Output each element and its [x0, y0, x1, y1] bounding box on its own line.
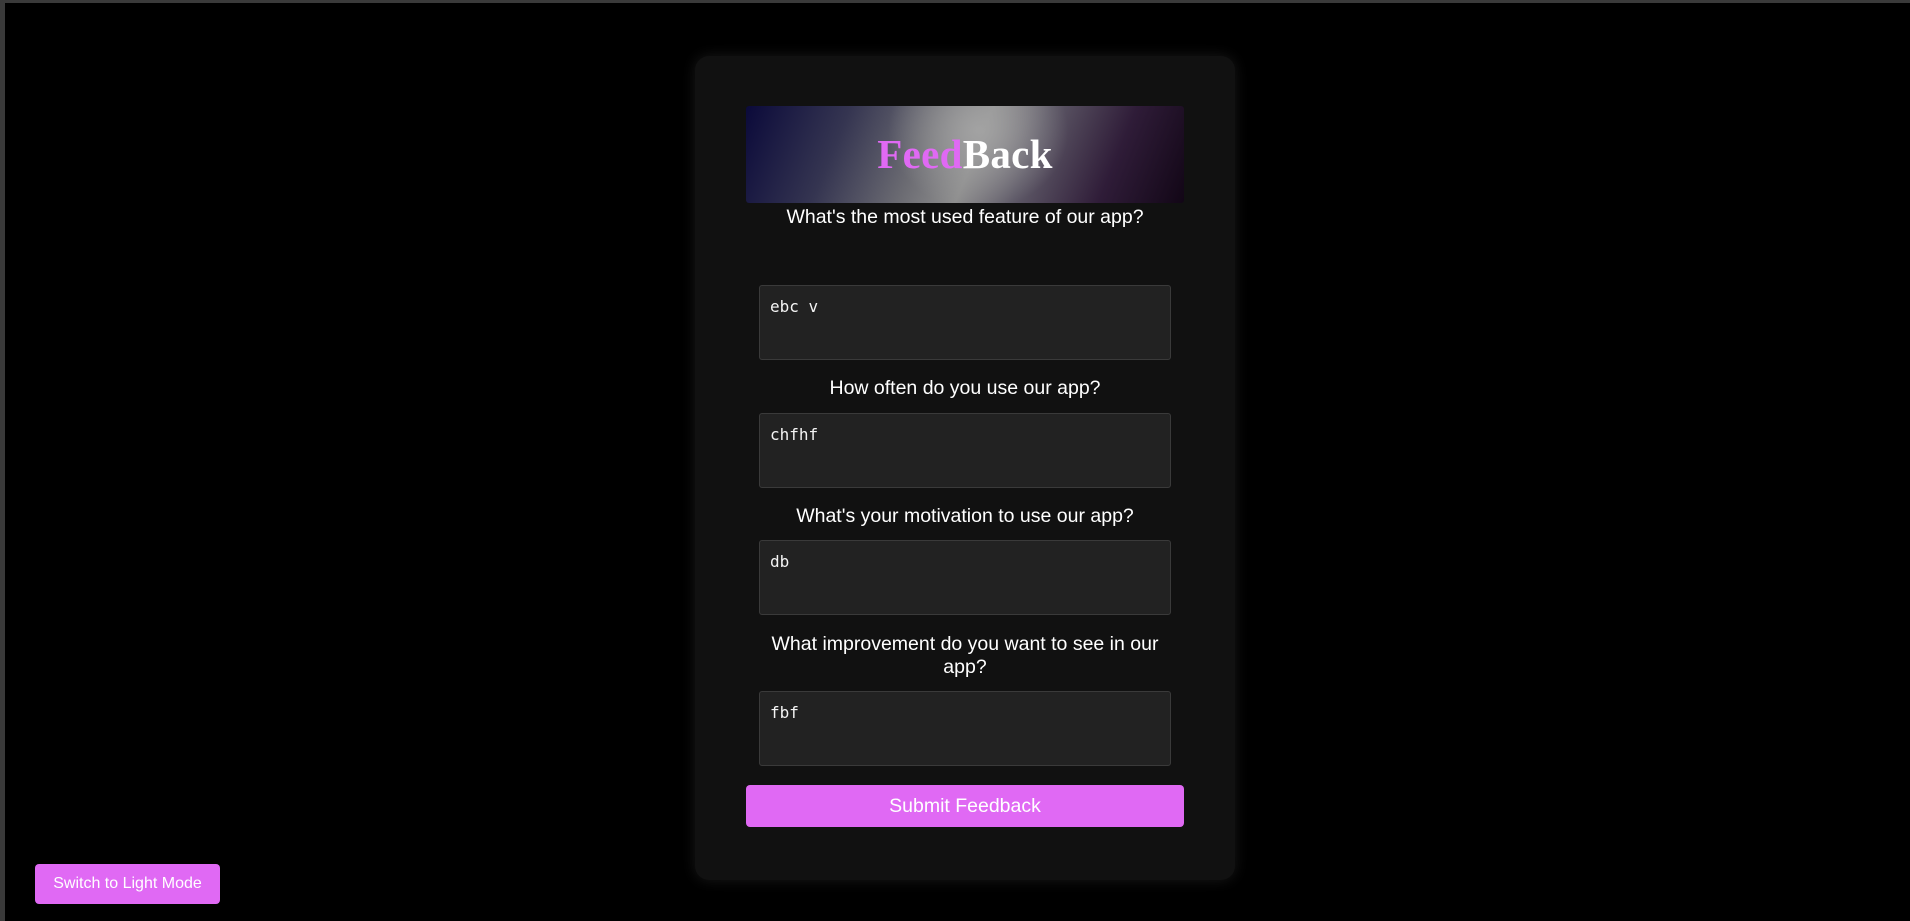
question-4-answer-field[interactable]: fbf: [759, 691, 1171, 766]
feedback-card: FeedBack What's the most used feature of…: [695, 56, 1235, 880]
question-2-answer-field[interactable]: chfhf: [759, 413, 1171, 488]
switch-theme-button[interactable]: Switch to Light Mode: [35, 864, 220, 904]
question-3-answer-field[interactable]: db: [759, 540, 1171, 615]
question-1-answer-field[interactable]: ebc v: [759, 285, 1171, 360]
question-1-label: What's the most used feature of our app?: [786, 206, 1144, 228]
header-banner: FeedBack: [746, 106, 1184, 203]
page: FeedBack What's the most used feature of…: [0, 0, 1910, 921]
question-3-label: What's your motivation to use our app?: [796, 505, 1134, 527]
submit-feedback-button[interactable]: Submit Feedback: [746, 785, 1184, 827]
question-2-label: How often do you use our app?: [829, 377, 1101, 399]
question-4-label: What improvement do you want to see in o…: [771, 633, 1159, 678]
title-feed-part: Feed: [877, 131, 963, 177]
title-back-part: Back: [962, 131, 1053, 177]
page-title: FeedBack: [877, 134, 1053, 175]
